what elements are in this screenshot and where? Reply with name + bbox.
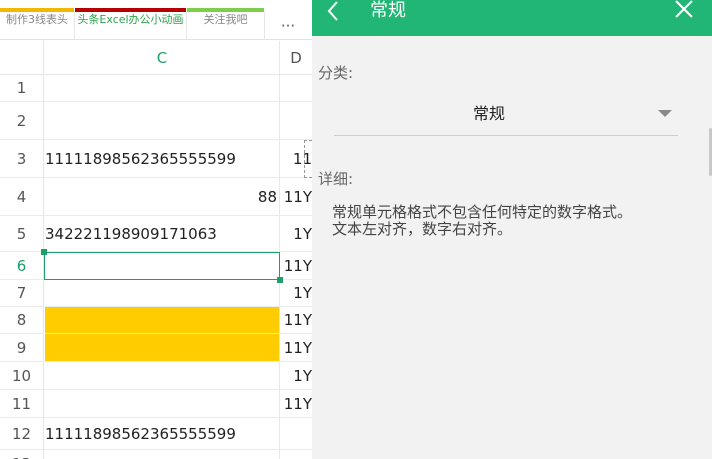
panel-title: 常规 [370, 0, 406, 21]
tab-color-bar [0, 8, 74, 12]
chevron-left-icon [327, 1, 338, 21]
selected-cell-c6[interactable] [44, 252, 280, 280]
panel-app-bar: 常规 [312, 0, 712, 36]
row-header[interactable]: 4 [0, 178, 44, 216]
row-header[interactable]: 13 [0, 450, 44, 459]
close-button[interactable] [672, 0, 702, 24]
cell-c[interactable]: 342221198909171063 [45, 216, 279, 252]
cell-c[interactable]: 11111898562365555599 [45, 140, 279, 178]
selection-handle[interactable] [41, 249, 47, 255]
cell-d[interactable]: 11Y [280, 307, 312, 334]
cell-d[interactable]: 1Y [280, 216, 312, 252]
close-icon [675, 0, 693, 18]
copy-marquee [304, 140, 312, 178]
row-header[interactable]: 9 [0, 334, 44, 362]
cell-c[interactable] [45, 102, 279, 140]
more-tabs-button[interactable]: ··· [264, 12, 312, 40]
sheet-tab-bar: 制作3线表头 头条Excel办公小动画 关注我吧 ··· [0, 0, 312, 40]
cell-d[interactable]: 11Y [280, 390, 312, 418]
detail-label: 详细: [318, 170, 354, 188]
cell-d[interactable]: 11Y [280, 334, 312, 362]
cell-d[interactable] [280, 450, 312, 459]
row-header[interactable]: 8 [0, 307, 44, 334]
select-all-corner[interactable] [0, 41, 44, 75]
cell-d[interactable] [280, 418, 312, 450]
sheet-tab-1[interactable]: 制作3线表头 [0, 0, 74, 40]
selection-handle[interactable] [277, 277, 283, 283]
column-header-d[interactable]: D [280, 41, 312, 75]
cell-c[interactable]: 88 [45, 178, 279, 216]
category-value: 常规 [472, 104, 505, 123]
column-header-c[interactable]: C [45, 41, 279, 75]
sheet-tab-2[interactable]: 头条Excel办公小动画 [75, 0, 186, 40]
row-header[interactable]: 11 [0, 390, 44, 418]
sheet-tab-3[interactable]: 关注我吧 [187, 0, 264, 40]
caret-down-icon [658, 110, 672, 117]
category-label: 分类: [318, 64, 354, 82]
cell-c[interactable] [45, 307, 279, 334]
cell-c[interactable] [45, 280, 279, 307]
row-header[interactable]: 1 [0, 75, 44, 102]
row-header[interactable]: 10 [0, 362, 44, 390]
cell-c[interactable] [45, 75, 279, 102]
tab-label: 头条Excel办公小动画 [77, 13, 184, 26]
row-header[interactable]: 12 [0, 418, 44, 450]
detail-description: 常规单元格格式不包含任何特定的数字格式。 文本左对齐，数字右对齐。 [332, 204, 682, 238]
cell-d[interactable] [280, 75, 312, 102]
row-header[interactable]: 5 [0, 216, 44, 252]
cell-c[interactable] [45, 450, 279, 459]
number-format-panel: 常规 分类: 常规 详细: 常规单元格格式不包含任何特定的数字格式。 文本左对齐… [312, 0, 712, 459]
row-header[interactable]: 2 [0, 102, 44, 140]
cell-d[interactable]: 1Y [280, 280, 312, 307]
cell-d[interactable]: 11Y [280, 178, 312, 216]
detail-line: 文本左对齐，数字右对齐。 [332, 220, 513, 238]
tab-color-bar [75, 8, 186, 12]
category-select[interactable]: 常规 [334, 96, 678, 136]
tab-color-bar [187, 8, 264, 12]
cell-c[interactable] [45, 362, 279, 390]
row-header[interactable]: 7 [0, 280, 44, 307]
row-header[interactable]: 3 [0, 140, 44, 178]
cell-d[interactable]: 1Y [280, 362, 312, 390]
back-button[interactable] [320, 0, 350, 36]
cell-c[interactable]: 11111898562365555599 [45, 418, 279, 450]
tab-label: 关注我吧 [203, 13, 248, 26]
row-header[interactable]: 6 [0, 252, 44, 280]
tab-label: 制作3线表头 [6, 13, 68, 26]
cell-d[interactable] [280, 102, 312, 140]
cell-c[interactable] [45, 334, 279, 362]
detail-line: 常规单元格格式不包含任何特定的数字格式。 [332, 203, 633, 221]
cell-c[interactable] [45, 390, 279, 418]
spreadsheet: 制作3线表头 头条Excel办公小动画 关注我吧 ··· C D 1 2 3 1111… [0, 0, 312, 459]
cell-d[interactable]: 11Y [280, 252, 312, 280]
